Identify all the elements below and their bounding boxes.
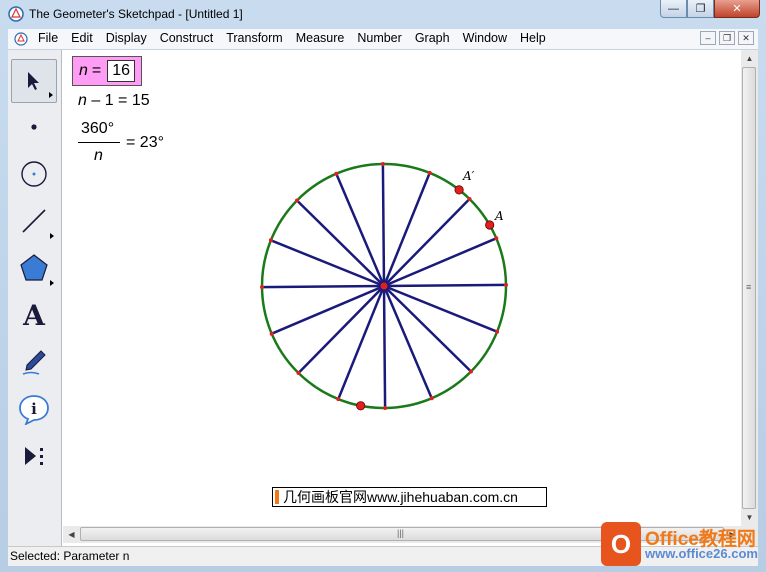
spoke-segment[interactable] [296,199,385,287]
spoke-segment[interactable] [297,285,385,374]
division-point[interactable] [494,236,499,241]
division-point[interactable] [467,197,472,201]
spoke-segment[interactable] [383,198,471,287]
spoke-segment[interactable] [261,284,385,289]
division-point[interactable] [296,371,301,375]
division-point[interactable] [383,406,388,410]
watermark-text: 几何画板官网www.jihehuaban.com.cn [283,489,518,505]
division-point[interactable] [495,329,500,334]
division-point[interactable] [268,238,273,243]
office26-logo: O Office教程网 www.office26.com [601,522,763,568]
spoke-segment[interactable] [381,163,386,287]
center-point[interactable] [379,281,389,291]
point-a-prime[interactable] [454,185,464,195]
spoke-segment[interactable] [383,283,507,288]
spoke-segment[interactable] [383,285,472,373]
division-point[interactable] [380,162,385,166]
point-a-prime-label: A′ [462,169,475,183]
office-icon: O [601,522,641,566]
division-point[interactable] [334,171,339,176]
division-point[interactable] [469,369,473,374]
division-point[interactable] [429,396,434,401]
office-logo-url: www.office26.com [645,546,758,561]
division-point[interactable] [295,198,299,203]
watermark-caption: 几何画板官网www.jihehuaban.com.cn [272,487,547,507]
point-a-label: A [494,209,504,223]
point-a[interactable] [485,220,495,230]
caption-bar [275,490,279,504]
division-point[interactable] [427,170,432,175]
division-point[interactable] [269,331,274,336]
division-point[interactable] [504,282,508,287]
division-point[interactable] [260,285,264,290]
point-on-circle[interactable] [356,401,366,411]
division-point[interactable] [336,397,341,402]
spoke-segment[interactable] [382,285,387,409]
